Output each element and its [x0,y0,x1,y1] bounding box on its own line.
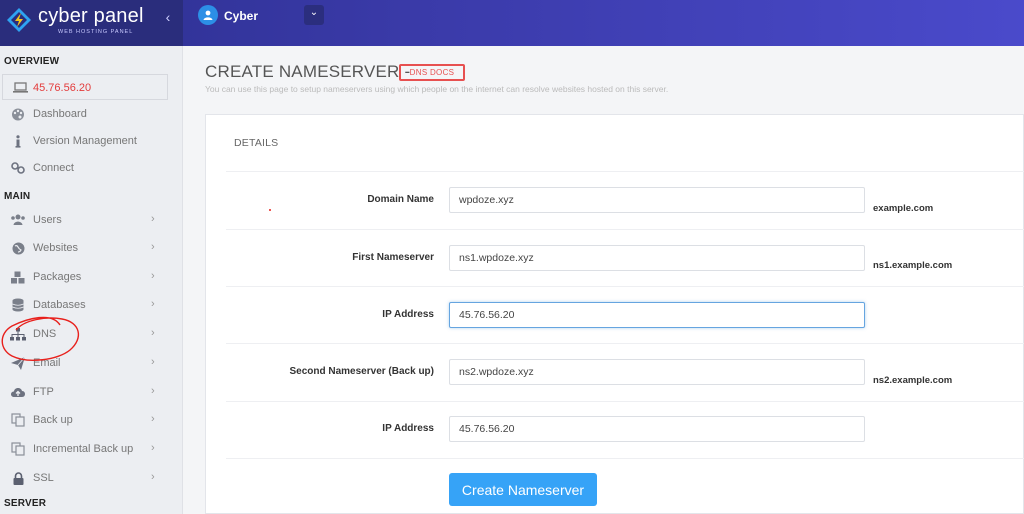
sidebar-item-dns[interactable]: DNS › [0,322,182,346]
paper-plane-icon [10,356,26,370]
chevron-right-icon: › [151,442,155,454]
chevron-right-icon: › [151,241,155,253]
sidebar-item-ssl[interactable]: SSL › [0,466,182,490]
sidebar-item-label: Back up [33,414,73,426]
chevron-right-icon: › [151,270,155,282]
second-ip-address-input[interactable] [449,416,865,442]
cloud-upload-icon [10,385,26,399]
domain-name-input[interactable] [449,187,865,213]
link-icon [10,161,26,175]
sitemap-icon [10,327,26,341]
sidebar-heading-overview: OVERVIEW [4,56,60,67]
second-nameserver-input[interactable] [449,359,865,385]
cubes-icon [10,270,26,284]
copy-icon [10,442,26,456]
first-ip-address-input[interactable] [449,302,865,328]
sidebar-item-databases[interactable]: Databases › [0,293,182,317]
sidebar-item-label: Email [33,357,61,369]
laptop-icon [13,82,28,93]
first-ip-address-label: IP Address [382,309,434,320]
sidebar-item-dashboard[interactable]: Dashboard [0,102,182,126]
sidebar-item-server-ip[interactable]: 45.76.56.20 [2,74,168,100]
chevron-right-icon: › [151,356,155,368]
divider [226,171,1024,172]
chevron-down-icon: ⌄ [309,7,319,18]
sidebar-item-label: Databases [33,299,86,311]
details-card: DETAILS Domain Name example.com First Na… [205,114,1024,514]
database-icon [10,298,26,312]
user-name[interactable]: Cyber [224,9,258,23]
server-ip-label: 45.76.56.20 [33,82,92,94]
sidebar-item-incremental-backup[interactable]: Incremental Back up › [0,437,182,461]
brand-tagline: WEB HOSTING PANEL [58,29,134,35]
palette-icon [10,107,26,121]
info-icon [10,134,26,148]
domain-name-label: Domain Name [367,194,434,205]
page-title: CREATE NAMESERVER - [205,62,411,81]
cyberpanel-logo-icon [7,8,31,32]
sidebar-item-label: Connect [33,162,74,174]
second-nameserver-label: Second Nameserver (Back up) [289,366,434,377]
page-subtitle: You can use this page to setup nameserve… [205,84,669,94]
second-nameserver-hint: ns2.example.com [873,375,953,386]
sidebar-heading-server: SERVER [4,498,47,509]
chevron-right-icon: › [151,413,155,425]
lock-icon [10,471,26,485]
chevron-right-icon: › [151,327,155,339]
users-icon [10,213,26,227]
user-dropdown-button[interactable]: ⌄ [304,5,324,25]
divider [226,458,1024,459]
sidebar-item-label: SSL [33,472,54,484]
chevron-right-icon: › [151,213,155,225]
first-nameserver-hint: ns1.example.com [873,260,953,271]
sidebar-heading-main: MAIN [4,191,31,202]
sidebar-item-backup[interactable]: Back up › [0,408,182,432]
sidebar-item-email[interactable]: Email › [0,351,182,375]
brand[interactable]: cyber panel WEB HOSTING PANEL ‹ [0,0,183,46]
dns-docs-link[interactable]: DNS DOCS [399,64,465,81]
second-ip-address-label: IP Address [382,423,434,434]
sidebar-item-users[interactable]: Users › [0,208,182,232]
brand-name: cyber panel [38,5,144,27]
domain-name-hint: example.com [873,203,934,214]
divider [226,286,1024,287]
create-nameserver-button[interactable]: Create Nameserver [449,473,597,506]
sidebar-item-connect[interactable]: Connect [0,156,182,180]
copy-icon [10,413,26,427]
sidebar-item-label: Packages [33,271,82,283]
divider [226,229,1024,230]
sidebar-item-version-management[interactable]: Version Management [0,129,182,153]
sidebar-item-label: Version Management [33,135,137,147]
first-nameserver-label: First Nameserver [352,252,434,263]
card-section-title: DETAILS [234,137,279,149]
chevron-right-icon: › [151,298,155,310]
sidebar-collapse-button[interactable]: ‹ [160,9,176,25]
sidebar: OVERVIEW 45.76.56.20 Dashboard Version M… [0,46,183,514]
sidebar-item-label: Dashboard [33,108,87,120]
sidebar-item-label: Websites [33,242,79,254]
sidebar-item-packages[interactable]: Packages › [0,265,182,289]
chevron-right-icon: › [151,471,155,483]
sidebar-item-label: DNS [33,328,57,340]
top-bar: cyber panel WEB HOSTING PANEL ‹ Cyber ⌄ [0,0,1024,46]
divider [226,343,1024,344]
sidebar-item-label: Incremental Back up [33,443,134,455]
user-avatar-icon[interactable] [198,5,218,25]
sidebar-item-websites[interactable]: Websites › [0,236,182,260]
chevron-right-icon: › [151,385,155,397]
globe-icon [10,241,26,255]
sidebar-item-label: FTP [33,386,54,398]
divider [226,401,1024,402]
sidebar-item-label: Users [33,214,62,226]
first-nameserver-input[interactable] [449,245,865,271]
main-content: CREATE NAMESERVER - DNS DOCS You can use… [183,46,1024,514]
sidebar-item-ftp[interactable]: FTP › [0,380,182,404]
